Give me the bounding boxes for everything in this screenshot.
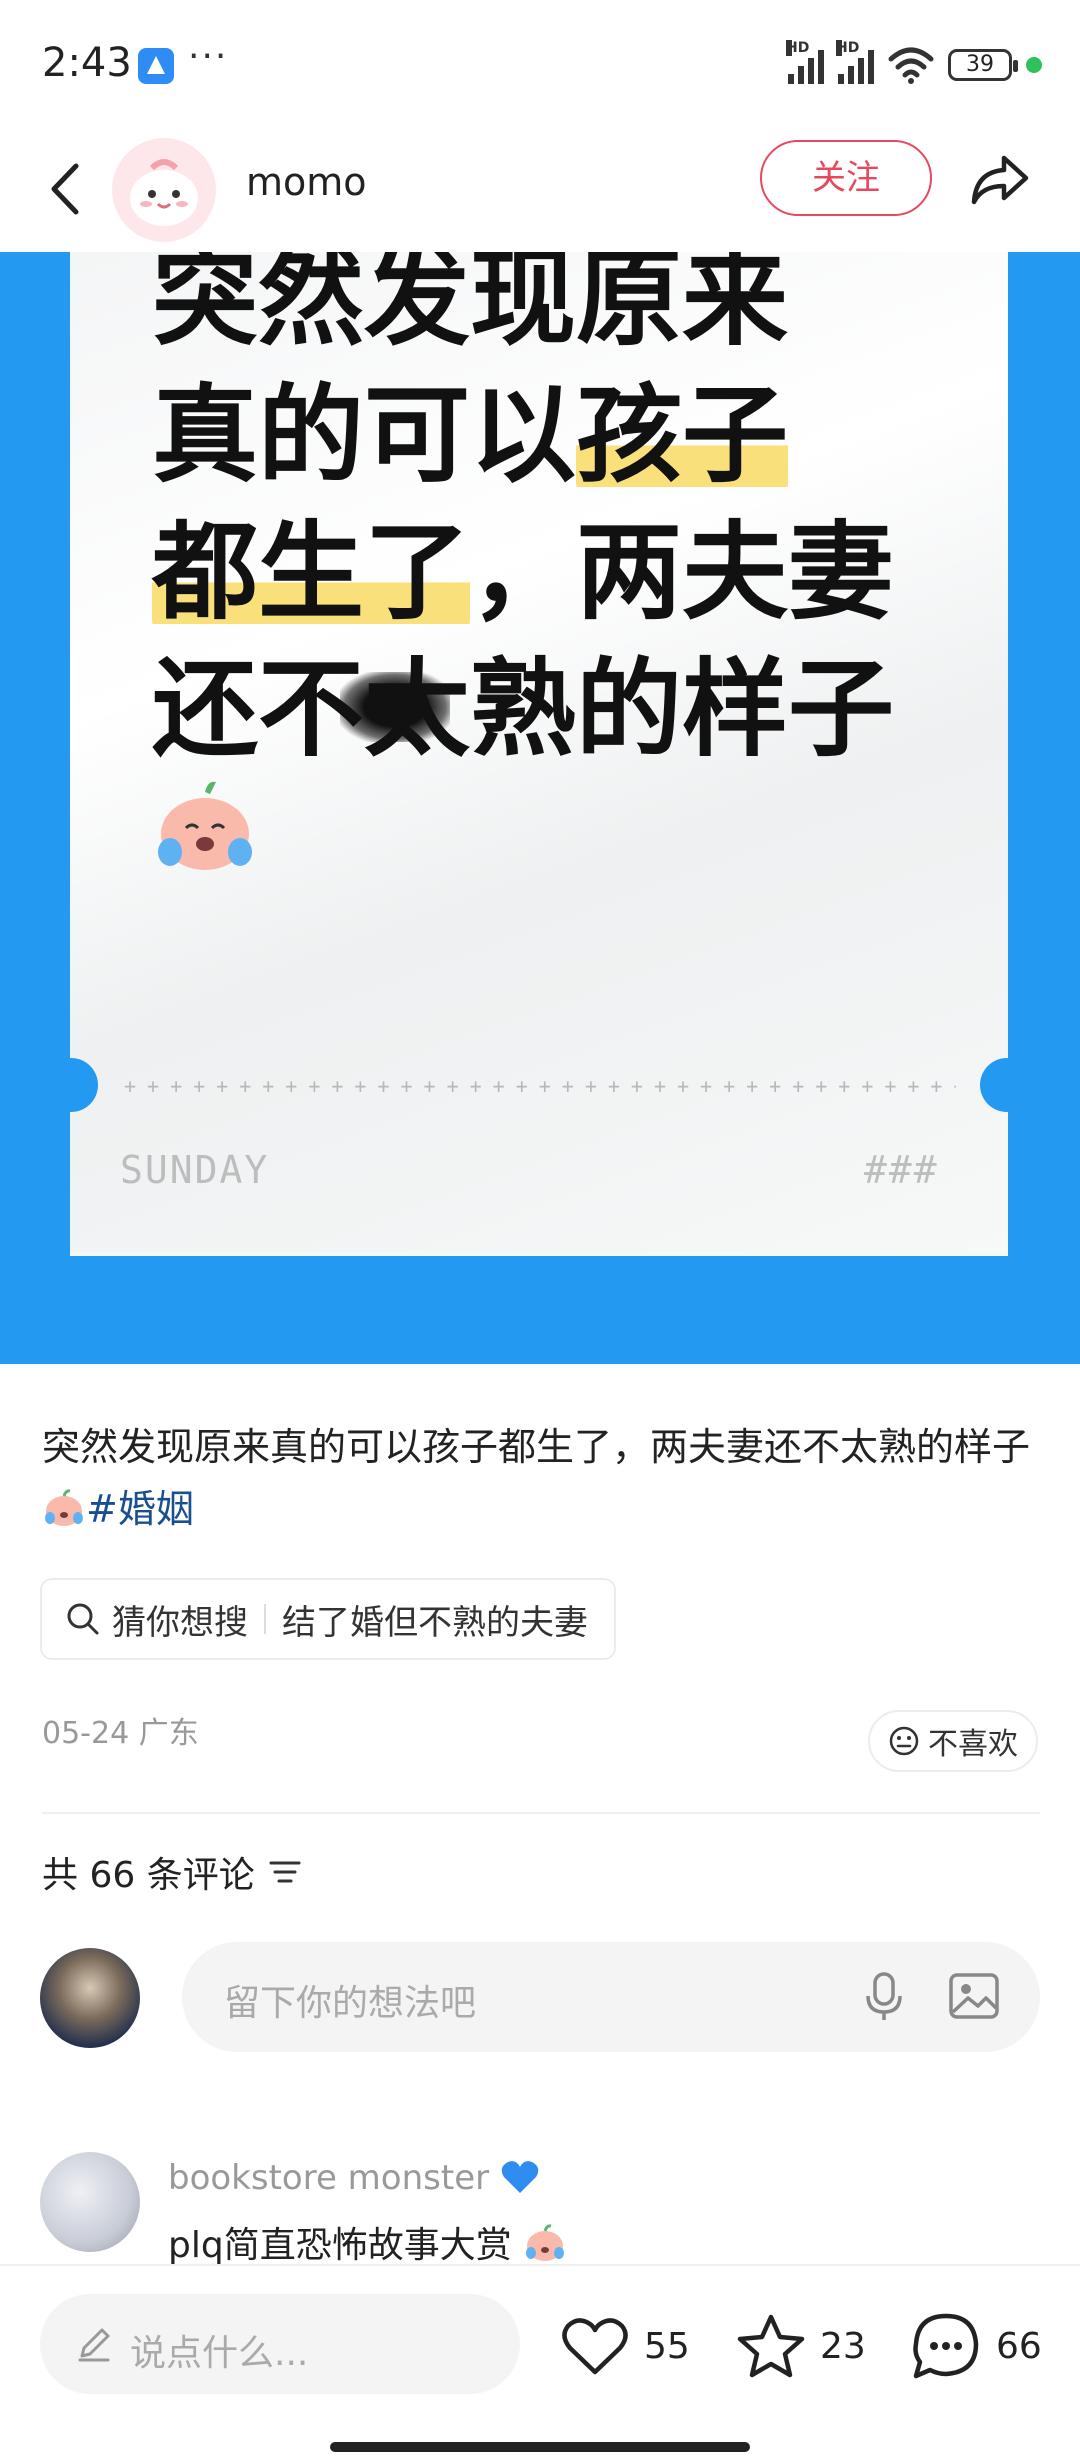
author-avatar[interactable] (112, 138, 216, 242)
more-notifications-icon: ··· (188, 36, 229, 77)
crying-face-icon (158, 781, 252, 870)
comments-header: 共 66 条评论 (42, 1846, 303, 1898)
headline-line-3: 都生了，两夫妻 (152, 504, 952, 641)
card-headline: 突然发现原来 真的可以孩子 都生了，两夫妻 还不太熟的样子 (152, 252, 952, 778)
crying-face-icon (526, 2224, 565, 2261)
section-divider (42, 1812, 1040, 1814)
heart-icon (562, 2318, 628, 2375)
signal-icon-1: HD (786, 40, 824, 84)
star-icon (737, 2314, 805, 2378)
wifi-icon (888, 47, 934, 84)
crying-face-icon (45, 1489, 83, 1526)
search-suggestion-query: 结了婚但不熟的夫妻 (282, 1602, 588, 1643)
post-description: 突然发现原来真的可以孩子都生了，两夫妻还不太熟的样子 #婚姻 (42, 1416, 1042, 1540)
like-count: 55 (644, 2325, 690, 2367)
home-indicator[interactable] (330, 2442, 750, 2452)
comments-count: 共 66 条评论 (42, 1855, 255, 1896)
quick-comment-placeholder: 说点什么... (130, 2333, 309, 2374)
post-text: 突然发现原来真的可以孩子都生了，两夫妻还不太熟的样子 (42, 1425, 1031, 1469)
comment-body-text: plq简直恐怖故事大赏 (168, 2225, 512, 2266)
comment-author-avatar[interactable] (40, 2152, 140, 2252)
status-bar: 2:43 ··· HD HD 39 (0, 0, 1080, 130)
battery-icon: 39 (948, 49, 1018, 81)
signal-icon-2: HD (836, 40, 874, 84)
dislike-label: 不喜欢 (928, 1727, 1018, 1762)
headline-line-1: 突然发现原来 (152, 252, 788, 360)
comment-body: plq简直恐怖故事大赏 (168, 2216, 567, 2268)
comment-author-name[interactable]: bookstore monster (168, 2158, 540, 2198)
ticket-perforation: ++++++++++++++++++++++++++++++++++++++++… (124, 1074, 956, 1094)
search-suggestion-divider (264, 1604, 266, 1634)
collect-button[interactable]: 23 (736, 2306, 866, 2386)
neutral-face-icon (889, 1726, 919, 1756)
ticket-scallop-edge (70, 1252, 1008, 1284)
avatar-cartoon-icon (130, 159, 198, 226)
headline-line-2-text: 真的可以孩子 (152, 374, 788, 497)
comment-count: 66 (996, 2325, 1042, 2367)
censor-scribble (340, 672, 450, 742)
search-suggestion-label: 猜你想搜 (112, 1602, 248, 1643)
pencil-icon (78, 2328, 110, 2362)
card-footer-mark: ### (864, 1148, 939, 1192)
image-upload-icon[interactable] (944, 1966, 1004, 2026)
headline-highlight: 孩子 (576, 374, 788, 497)
headline-highlight: 都生了 (152, 511, 470, 634)
microphone-icon[interactable] (854, 1966, 914, 2026)
comment-author-text: bookstore monster (168, 2158, 490, 2198)
status-indicators: HD HD 39 (786, 40, 1042, 88)
post-image[interactable]: 突然发现原来 真的可以孩子 都生了，两夫妻 还不太熟的样子 ++++++++++… (0, 252, 1080, 1364)
network-label-1: HD (786, 40, 810, 56)
blue-heart-icon (501, 2161, 539, 2193)
comment-button[interactable]: 66 (910, 2306, 1042, 2386)
comment-input[interactable]: 留下你的想法吧 (182, 1942, 1040, 2052)
chat-bubble-icon (913, 2313, 979, 2379)
headline-line-2: 真的可以孩子 (152, 367, 952, 504)
comment-input-placeholder: 留下你的想法吧 (224, 1983, 477, 2024)
ticket-notch-left (44, 1058, 98, 1112)
status-time: 2:43 (42, 40, 132, 86)
headline-line-4: 还不太熟的样子 (152, 648, 894, 771)
ticket-notch-right (980, 1058, 1034, 1112)
network-label-2: HD (836, 40, 860, 56)
author-username[interactable]: momo (246, 160, 367, 204)
sort-filter-icon[interactable] (267, 1857, 303, 1887)
search-icon (67, 1603, 99, 1635)
dislike-button[interactable]: 不喜欢 (868, 1710, 1038, 1772)
post-header: momo 关注 (0, 130, 1080, 252)
bottom-action-bar: 说点什么... 55 23 66 (0, 2264, 1080, 2462)
like-button[interactable]: 55 (560, 2306, 690, 2386)
card-footer-day: SUNDAY (120, 1148, 270, 1192)
privacy-indicator-dot (1026, 57, 1042, 73)
back-button[interactable] (36, 154, 96, 224)
search-suggestion[interactable]: 猜你想搜 结了婚但不熟的夫妻 (40, 1578, 616, 1660)
follow-button[interactable]: 关注 (760, 140, 932, 216)
share-icon[interactable] (964, 144, 1036, 216)
quick-comment-input[interactable]: 说点什么... (40, 2294, 520, 2394)
app-notification-icon (138, 48, 174, 84)
headline-line-3-text: 都生了，两夫妻 (152, 511, 894, 634)
post-date-location: 05-24 广东 (42, 1716, 199, 1751)
current-user-avatar (40, 1948, 140, 2048)
hashtag-link[interactable]: #婚姻 (86, 1487, 194, 1531)
collect-count: 23 (820, 2325, 866, 2367)
